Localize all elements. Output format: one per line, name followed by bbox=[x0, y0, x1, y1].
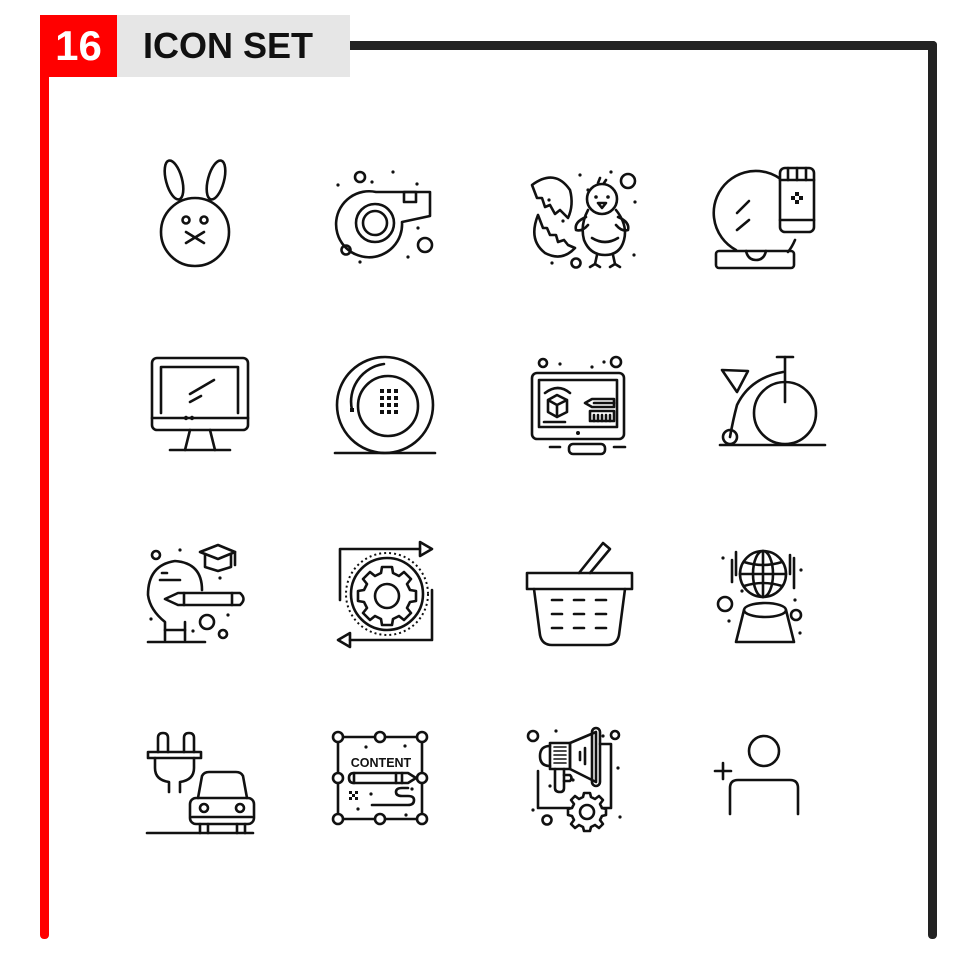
crystal-ball-bottle-icon bbox=[700, 150, 830, 280]
content-design-icon: CONTENT bbox=[320, 720, 450, 850]
computer-monitor-icon bbox=[130, 340, 260, 470]
rabbit-face-icon bbox=[130, 150, 260, 280]
shopping-basket-icon bbox=[510, 530, 640, 660]
icon-grid: CONTENT bbox=[110, 130, 890, 890]
penny-farthing-bicycle-icon bbox=[700, 340, 830, 470]
frame-right-border bbox=[928, 41, 937, 939]
set-count-badge: 16 bbox=[40, 15, 117, 77]
content-label: CONTENT bbox=[351, 756, 412, 770]
whistle-icon bbox=[320, 150, 450, 280]
frame-left-border bbox=[40, 77, 49, 939]
frame-top-border bbox=[350, 41, 937, 50]
add-user-icon bbox=[700, 720, 830, 850]
set-title: ICON SET bbox=[117, 15, 350, 77]
globe-hologram-icon bbox=[700, 530, 830, 660]
hatching-chick-icon bbox=[510, 150, 640, 280]
megaphone-gear-marketing-icon bbox=[510, 720, 640, 850]
wheel-tire-icon bbox=[320, 340, 450, 470]
gear-process-cycle-icon bbox=[320, 530, 450, 660]
3d-design-monitor-icon bbox=[510, 340, 640, 470]
electric-car-charging-icon bbox=[130, 720, 260, 850]
education-idea-bulb-icon bbox=[130, 530, 260, 660]
